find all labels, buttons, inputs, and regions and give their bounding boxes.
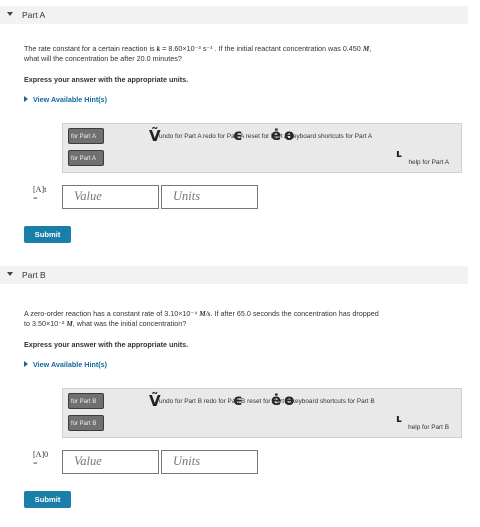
part-a-submit-button[interactable]: Submit: [24, 226, 71, 243]
expand-triangle-icon: [24, 361, 28, 367]
part-a-question: The rate constant for a certain reaction…: [24, 44, 372, 63]
part-a-header[interactable]: Part A: [0, 6, 468, 24]
part-a-answer-label: [A]t =: [33, 185, 47, 203]
collapse-caret-icon[interactable]: [7, 12, 13, 16]
part-b-hint-link[interactable]: View Available Hint(s): [24, 360, 107, 369]
part-b-header[interactable]: Part B: [0, 266, 468, 284]
part-a-value-input[interactable]: Value: [62, 185, 159, 209]
part-a-math-toolbar: for Part A for Part A Ṽ ϵ ė ɵ undo for P…: [62, 123, 462, 173]
part-a-template-button[interactable]: for Part A: [68, 128, 104, 144]
part-a-hint-link[interactable]: View Available Hint(s): [24, 95, 107, 104]
expand-triangle-icon: [24, 96, 28, 102]
part-a-instructions: Express your answer with the appropriate…: [24, 75, 189, 84]
part-b-instructions: Express your answer with the appropriate…: [24, 340, 189, 349]
part-a-toolbar-labels: undo for Part A redo for Part A reset fo…: [159, 133, 373, 140]
part-b-submit-button[interactable]: Submit: [24, 491, 71, 508]
part-b-units-input[interactable]: Units: [161, 450, 258, 474]
part-a-help-link[interactable]: help for Part A: [409, 159, 450, 166]
part-b-symbol-button[interactable]: for Part B: [68, 415, 104, 431]
part-b-title: Part B: [22, 270, 46, 280]
collapse-caret-icon[interactable]: [7, 272, 13, 276]
part-b-math-toolbar: for Part B for Part B Ṽ ϵ ė ɵ undo for P…: [62, 388, 462, 438]
part-b-help-link[interactable]: help for Part B: [408, 424, 449, 431]
part-b-answer-label: [A]0 =: [33, 450, 49, 468]
part-a-symbol-button[interactable]: for Part A: [68, 150, 104, 166]
help-icon[interactable]: ʟ: [396, 146, 402, 161]
part-b-toolbar-labels: undo for Part B redo for Part B reset fo…: [159, 398, 375, 405]
help-icon[interactable]: ʟ: [396, 411, 402, 426]
part-b-value-input[interactable]: Value: [62, 450, 159, 474]
part-b-template-button[interactable]: for Part B: [68, 393, 104, 409]
part-a-units-input[interactable]: Units: [161, 185, 258, 209]
part-a-title: Part A: [22, 10, 46, 20]
part-b-question: A zero-order reaction has a constant rat…: [24, 309, 379, 328]
